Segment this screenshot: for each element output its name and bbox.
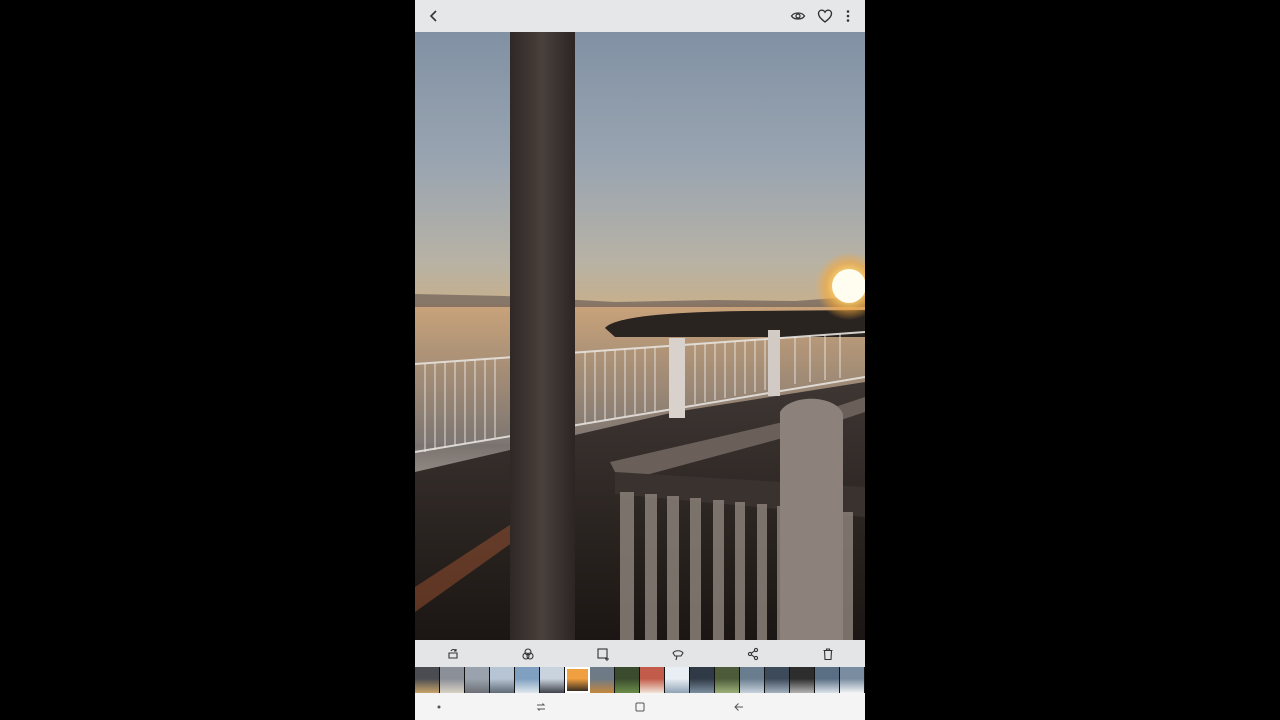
heart-icon [817, 9, 833, 23]
filmstrip-thumbnail[interactable] [540, 667, 565, 693]
filmstrip-thumbnail[interactable] [565, 667, 590, 693]
filmstrip-thumbnail[interactable] [465, 667, 490, 693]
system-nav-bar [415, 693, 865, 720]
brush-icon [671, 649, 684, 660]
delete-button[interactable] [790, 640, 865, 667]
top-app-bar [415, 0, 865, 32]
adjust-icon [596, 647, 609, 661]
system-back-button[interactable] [729, 698, 749, 716]
back-button[interactable] [424, 6, 444, 26]
eye-icon [790, 12, 806, 20]
photo-view[interactable] [415, 32, 865, 640]
dot-icon [437, 705, 441, 709]
nav-dot-button[interactable] [429, 698, 449, 716]
share-icon [747, 647, 758, 660]
home-button[interactable] [630, 698, 650, 716]
share-button[interactable] [715, 640, 790, 667]
filmstrip-thumbnail[interactable] [690, 667, 715, 693]
filmstrip-thumbnail[interactable] [840, 667, 865, 693]
home-icon [635, 702, 645, 712]
back-icon [429, 10, 437, 22]
filmstrip-thumbnail[interactable] [515, 667, 540, 693]
recents-button[interactable] [531, 698, 551, 716]
delete-icon [823, 647, 832, 660]
filmstrip-thumbnail[interactable] [790, 667, 815, 693]
adjust-button[interactable] [565, 640, 640, 667]
filmstrip-thumbnail[interactable] [490, 667, 515, 693]
phone-screen [415, 0, 865, 720]
filter-button[interactable] [490, 640, 565, 667]
filmstrip-thumbnail[interactable] [665, 667, 690, 693]
more-options-button[interactable] [838, 6, 858, 26]
filmstrip[interactable] [415, 667, 865, 693]
sunset-photo [415, 32, 865, 640]
filmstrip-thumbnail[interactable] [765, 667, 790, 693]
filmstrip-thumbnail[interactable] [815, 667, 840, 693]
draw-button[interactable] [640, 640, 715, 667]
filmstrip-thumbnail[interactable] [715, 667, 740, 693]
rotate-icon [447, 648, 458, 659]
filmstrip-thumbnail[interactable] [440, 667, 465, 693]
filmstrip-thumbnail[interactable] [740, 667, 765, 693]
more-vert-icon [846, 10, 850, 22]
rotate-button[interactable] [415, 640, 490, 667]
filmstrip-thumbnail[interactable] [590, 667, 615, 693]
filmstrip-thumbnail[interactable] [415, 667, 440, 693]
favorite-button[interactable] [815, 6, 835, 26]
edit-toolbar [415, 640, 865, 667]
back-nav-icon [734, 703, 743, 711]
filmstrip-thumbnail[interactable] [640, 667, 665, 693]
view-button[interactable] [788, 6, 808, 26]
filter-icon [521, 647, 534, 660]
filmstrip-thumbnail[interactable] [615, 667, 640, 693]
recents-icon [536, 703, 546, 711]
